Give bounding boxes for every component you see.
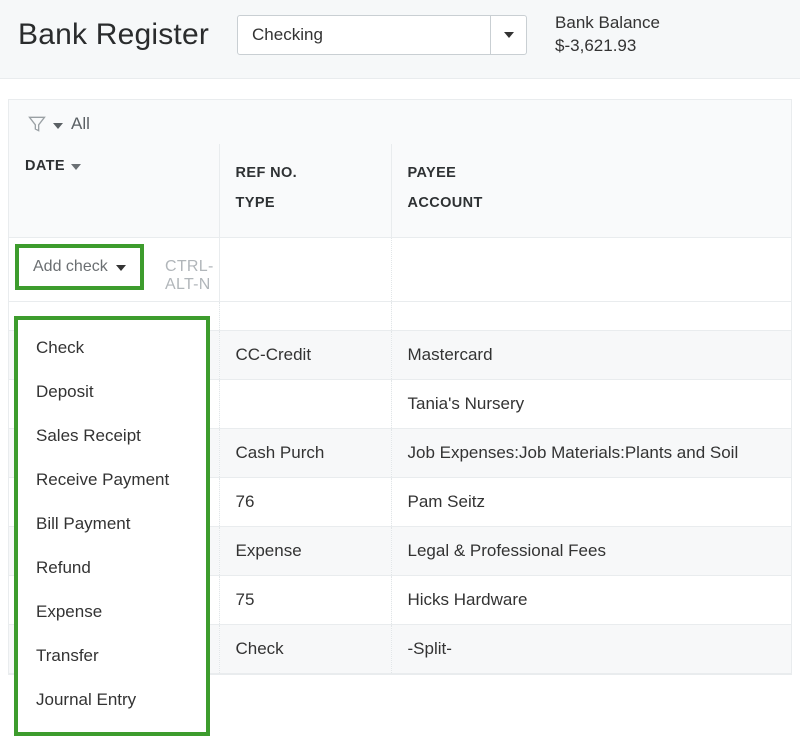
add-menu-item[interactable]: Check	[18, 326, 206, 370]
add-menu-item[interactable]: Deposit	[18, 370, 206, 414]
col-type-label: TYPE	[236, 188, 375, 218]
add-menu-item[interactable]: Receive Payment	[18, 458, 206, 502]
sort-desc-icon	[71, 158, 81, 174]
page-title: Bank Register	[18, 18, 209, 52]
filter-summary: All	[71, 114, 90, 134]
chevron-down-icon[interactable]	[53, 114, 63, 134]
cell-payee-account: Hicks Hardware	[391, 575, 791, 624]
add-menu-item[interactable]: Refund	[18, 546, 206, 590]
cell-ref-type	[219, 301, 391, 330]
add-check-label: Add check	[33, 258, 108, 276]
add-row: Add check CTRL-ALT-N	[9, 237, 791, 301]
chevron-down-icon	[116, 258, 126, 276]
bank-balance: Bank Balance $-3,621.93	[555, 12, 660, 58]
cell-ref-type: 76	[219, 477, 391, 526]
cell-ref-type: Check	[219, 624, 391, 673]
filter-icon	[27, 114, 47, 134]
col-account-label: ACCOUNT	[408, 188, 776, 218]
balance-label: Bank Balance	[555, 12, 660, 35]
cell-payee-account: Legal & Professional Fees	[391, 526, 791, 575]
add-check-menu: CheckDepositSales ReceiptReceive Payment…	[14, 316, 210, 736]
col-date-label: DATE	[25, 158, 65, 174]
add-menu-item[interactable]: Expense	[18, 590, 206, 634]
cell-payee-account	[391, 301, 791, 330]
cell-payee-account: -Split-	[391, 624, 791, 673]
column-header-ref-type[interactable]: REF NO. TYPE	[219, 144, 391, 237]
add-menu-item[interactable]: Sales Receipt	[18, 414, 206, 458]
balance-value: $-3,621.93	[555, 35, 660, 58]
account-select[interactable]: Checking	[237, 15, 527, 55]
cell-ref-type: Cash Purch	[219, 428, 391, 477]
page-root: Bank Register Checking Bank Balance $-3,…	[0, 0, 800, 675]
cell-payee-account: Mastercard	[391, 330, 791, 379]
column-header-date[interactable]: DATE	[9, 144, 219, 237]
col-payee-label: PAYEE	[408, 158, 776, 188]
header-bar: Bank Register Checking Bank Balance $-3,…	[0, 0, 800, 79]
cell-ref-type: CC-Credit	[219, 330, 391, 379]
cell-ref-type: 75	[219, 575, 391, 624]
add-menu-item[interactable]: Transfer	[18, 634, 206, 678]
cell-payee-account: Pam Seitz	[391, 477, 791, 526]
add-menu-item[interactable]: Bill Payment	[18, 502, 206, 546]
account-select-value: Checking	[238, 16, 490, 54]
col-ref-label: REF NO.	[236, 158, 375, 188]
cell-payee-account: Tania's Nursery	[391, 379, 791, 428]
column-header-payee-account[interactable]: PAYEE ACCOUNT	[391, 144, 791, 237]
filter-bar[interactable]: All	[9, 100, 791, 144]
cell-ref-type	[219, 379, 391, 428]
chevron-down-icon[interactable]	[490, 16, 526, 54]
add-check-button[interactable]: Add check	[15, 244, 144, 290]
add-menu-item[interactable]: Journal Entry	[18, 678, 206, 722]
cell-ref-type: Expense	[219, 526, 391, 575]
add-check-shortcut: CTRL-ALT-N	[165, 258, 219, 294]
cell-payee-account: Job Expenses:Job Materials:Plants and So…	[391, 428, 791, 477]
